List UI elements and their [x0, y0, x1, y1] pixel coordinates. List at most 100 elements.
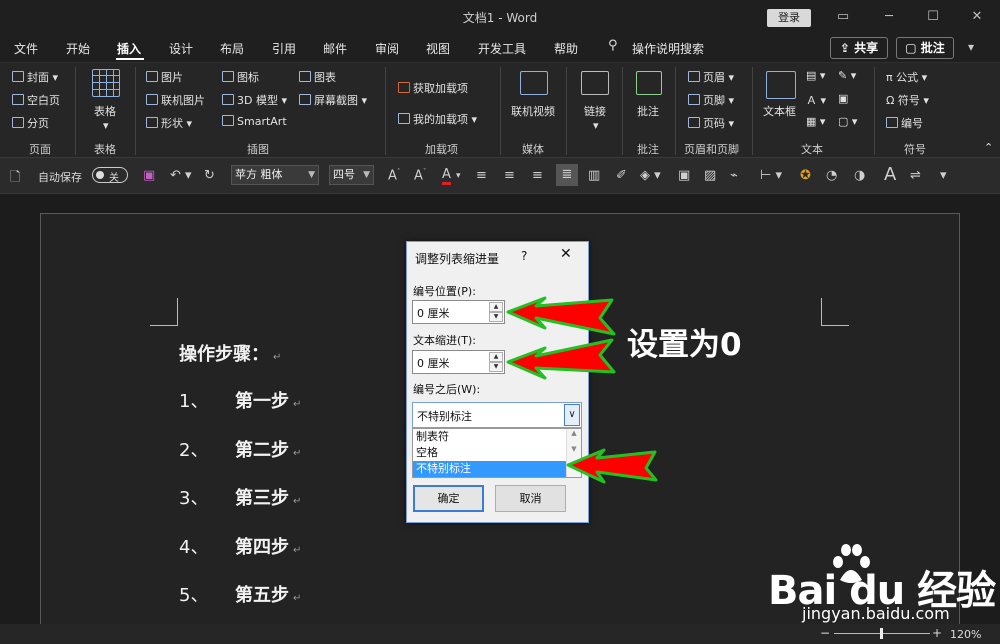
list-scrollbar[interactable]: ▲ ▼	[566, 429, 581, 477]
spin-down-icon[interactable]: ▼	[489, 312, 503, 322]
justify-icon[interactable]: ≣	[556, 164, 578, 186]
ribbon-display-icon[interactable]: ▭	[828, 6, 858, 28]
textbox-button[interactable]: 文本框	[763, 103, 796, 119]
page-break-button[interactable]: 分页	[12, 115, 49, 131]
link-button[interactable]: 链接	[584, 103, 606, 119]
autosave-toggle[interactable]: 关	[92, 167, 128, 184]
icons-button[interactable]: 图标	[222, 69, 259, 85]
screenshot-button[interactable]: 屏幕截图 ▾	[299, 92, 367, 108]
tab-layout[interactable]: 布局	[220, 40, 244, 57]
smartart-button[interactable]: SmartArt	[222, 115, 287, 128]
paragraph-spacing-icon[interactable]: ⇌	[910, 168, 921, 183]
table-button[interactable]: 表格	[94, 103, 116, 119]
textbox-small-icon[interactable]: ▣	[678, 168, 690, 183]
3d-models-button[interactable]: 3D 模型 ▾	[222, 92, 287, 108]
tab-review[interactable]: 审阅	[375, 40, 399, 57]
chart-button[interactable]: 图表	[299, 69, 336, 85]
accessibility-icon[interactable]: ✪	[800, 168, 811, 183]
close-icon[interactable]: ✕	[962, 6, 992, 28]
position-icon[interactable]: ⊢ ▾	[760, 168, 782, 183]
shrink-font-icon[interactable]: Aˇ	[414, 168, 426, 183]
online-video-button[interactable]: 联机视频	[511, 103, 555, 119]
tab-file[interactable]: 文件	[14, 40, 38, 57]
align-center-icon[interactable]: ≡	[504, 168, 515, 183]
option-space[interactable]: 空格	[413, 445, 567, 461]
format-painter-icon[interactable]: ✐	[616, 168, 627, 183]
header-button[interactable]: 页眉 ▾	[688, 69, 734, 85]
list-item: 1、 第一步 ↵	[179, 387, 301, 413]
chevron-down-icon[interactable]: ∨	[564, 404, 580, 426]
crop-icon[interactable]: ◑	[854, 168, 865, 183]
share-button[interactable]: ⇪ 共享	[830, 37, 888, 59]
login-button[interactable]: 登录	[767, 9, 811, 27]
ribbon-options-icon[interactable]: ▾	[968, 40, 974, 54]
tab-developer[interactable]: 开发工具	[478, 40, 526, 57]
text-indent-input[interactable]: 0 厘米 ▲ ▼	[412, 350, 505, 374]
cover-page-button[interactable]: 封面 ▾	[12, 69, 58, 85]
shapes-button[interactable]: 形状 ▾	[146, 115, 192, 131]
cancel-button[interactable]: 取消	[495, 485, 566, 512]
online-pictures-button[interactable]: 联机图片	[146, 92, 205, 108]
tab-help[interactable]: 帮助	[554, 40, 578, 57]
tab-home[interactable]: 开始	[66, 40, 90, 57]
tab-insert[interactable]: 插入	[117, 40, 141, 57]
wordart-icon[interactable]: Ａ ▾	[806, 92, 826, 108]
footer-button[interactable]: 页脚 ▾	[688, 92, 734, 108]
signature-line-icon[interactable]: ✎ ▾	[838, 69, 856, 82]
maximize-icon[interactable]: ☐	[918, 6, 948, 28]
lightbulb-search-icon[interactable]: ⚲	[608, 38, 618, 53]
tell-me-search[interactable]: 操作说明搜索	[632, 40, 704, 57]
tab-design[interactable]: 设计	[169, 40, 193, 57]
undo-icon[interactable]: ↶ ▾	[170, 168, 192, 183]
option-tab[interactable]: 制表符	[413, 429, 567, 445]
new-document-icon[interactable]: 🗋	[10, 168, 20, 190]
option-nothing[interactable]: 不特别标注	[413, 461, 567, 477]
number-position-input[interactable]: 0 厘米 ▲ ▼	[412, 300, 505, 324]
drop-cap-icon[interactable]: ▦ ▾	[806, 115, 825, 128]
comments-button[interactable]: ▢ 批注	[896, 37, 954, 59]
spin-up-icon[interactable]: ▲	[489, 352, 503, 362]
customize-toolbar-icon[interactable]: ▾	[940, 168, 947, 183]
font-name-select[interactable]: 苹方 粗体 ▼	[231, 165, 319, 185]
tab-view[interactable]: 视图	[426, 40, 450, 57]
date-time-icon[interactable]: ▣	[838, 92, 848, 105]
grow-font-icon[interactable]: Aˆ	[388, 168, 400, 183]
tab-references[interactable]: 引用	[272, 40, 296, 57]
page-number-button[interactable]: 页码 ▾	[688, 115, 734, 131]
font-size-select[interactable]: 四号 ▼	[329, 165, 374, 185]
tab-mailings[interactable]: 邮件	[323, 40, 347, 57]
close-icon[interactable]: ✕	[560, 246, 572, 262]
save-icon[interactable]: ▣	[143, 168, 155, 183]
my-addins-button[interactable]: 我的加载项 ▾	[398, 111, 477, 127]
watermark-url: jingyan.baidu.com	[802, 604, 950, 623]
symbol-button[interactable]: Ω 符号 ▾	[886, 92, 929, 108]
blank-page-button[interactable]: 空白页	[12, 92, 60, 108]
numbering-button[interactable]: 编号	[886, 115, 923, 131]
get-addins-button[interactable]: 获取加载项	[398, 80, 468, 96]
quick-parts-icon[interactable]: ▤ ▾	[806, 69, 825, 82]
spin-down-icon[interactable]: ▼	[489, 362, 503, 372]
help-button[interactable]: ?	[521, 249, 527, 263]
font-color-dropdown-icon[interactable]: ▾	[456, 171, 461, 181]
shape-fill-icon[interactable]: ◈ ▾	[640, 168, 661, 183]
distributed-icon[interactable]: ▥	[588, 168, 600, 183]
link-small-icon[interactable]: ⌁	[730, 168, 738, 183]
align-right-icon[interactable]: ≡	[532, 168, 543, 183]
spin-up-icon[interactable]: ▲	[489, 302, 503, 312]
redo-icon[interactable]: ↻	[204, 168, 215, 183]
align-left-icon[interactable]: ≡	[476, 168, 487, 183]
minimize-icon[interactable]: ─	[874, 6, 904, 28]
new-comment-button[interactable]: 批注	[637, 103, 659, 119]
follow-number-select[interactable]: 不特别标注 ∨	[412, 402, 582, 428]
picture-small-icon[interactable]: ▨	[704, 168, 716, 183]
collapse-ribbon-icon[interactable]: ⌃	[984, 141, 993, 154]
link-dropdown-icon[interactable]: ▾	[593, 119, 599, 132]
pictures-button[interactable]: 图片	[146, 69, 183, 85]
font-a-icon[interactable]: A	[884, 164, 896, 185]
table-dropdown-icon[interactable]: ▾	[103, 119, 109, 132]
equation-button[interactable]: π 公式 ▾	[886, 69, 927, 85]
font-color-icon[interactable]: A	[442, 168, 451, 185]
object-icon[interactable]: ▢ ▾	[838, 115, 857, 128]
ok-button[interactable]: 确定	[413, 485, 484, 512]
wrap-text-icon[interactable]: ◔	[826, 168, 837, 183]
